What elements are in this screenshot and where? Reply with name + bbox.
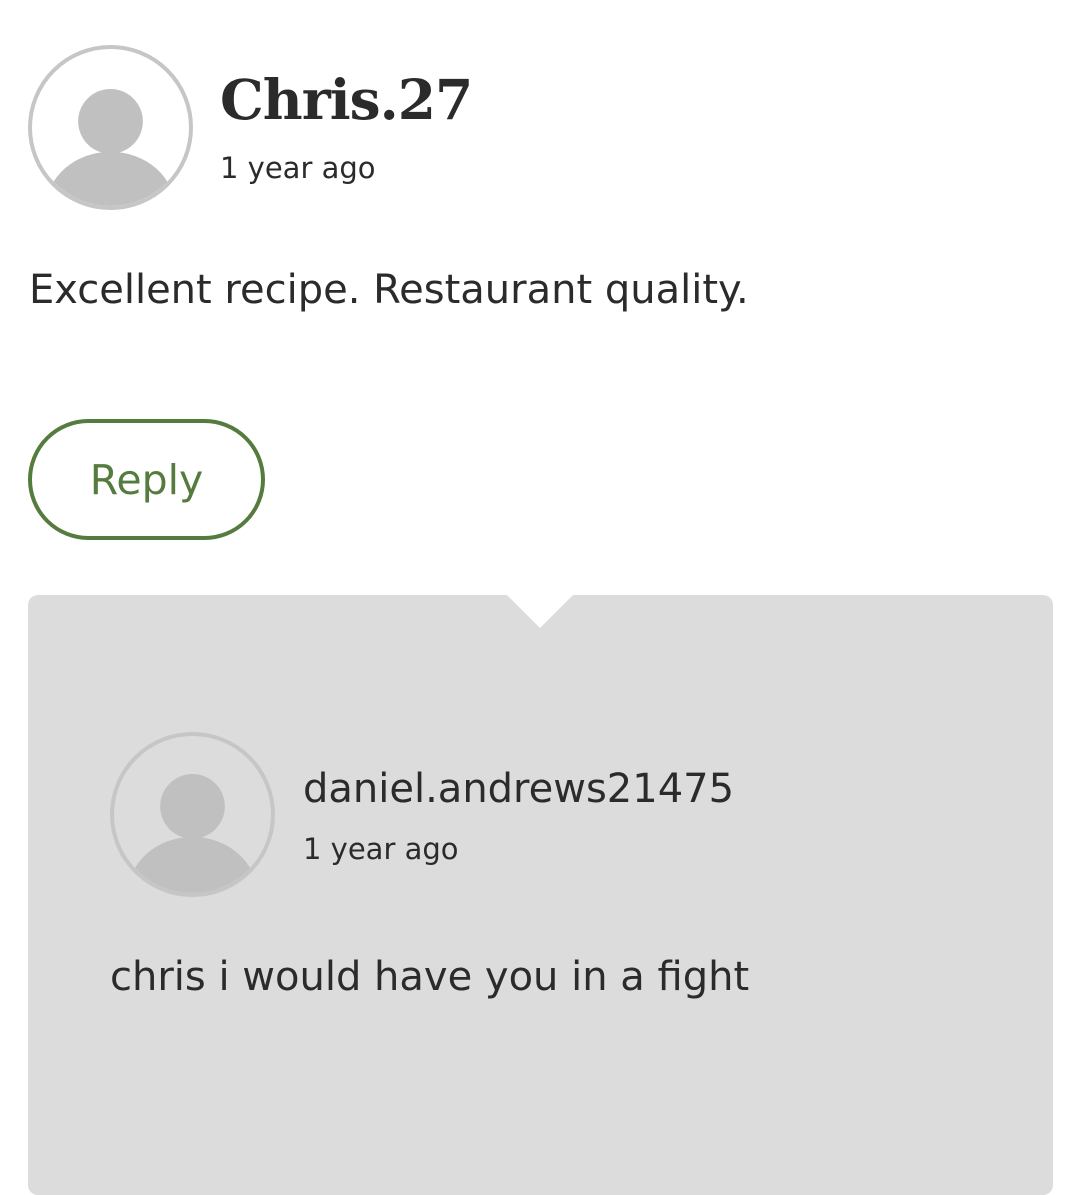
reply-timestamp: 1 year ago	[303, 832, 459, 866]
comment-timestamp: 1 year ago	[220, 151, 376, 185]
reply-username[interactable]: daniel.andrews21475	[303, 761, 734, 817]
default-user-avatar-icon	[127, 774, 258, 893]
reply-text: chris i would have you in a fight	[110, 954, 750, 1000]
comment-username[interactable]: Chris.27	[220, 60, 473, 140]
reply-pointer-notch	[507, 595, 573, 628]
reply-thread: daniel.andrews21475 1 year ago chris i w…	[28, 595, 1053, 1195]
reply-user-avatar-icon[interactable]	[110, 732, 275, 897]
comment-text: Excellent recipe. Restaurant quality.	[29, 267, 749, 313]
reply-button[interactable]: Reply	[28, 419, 265, 540]
user-avatar-icon[interactable]	[28, 45, 193, 210]
default-user-avatar-icon	[45, 88, 176, 206]
